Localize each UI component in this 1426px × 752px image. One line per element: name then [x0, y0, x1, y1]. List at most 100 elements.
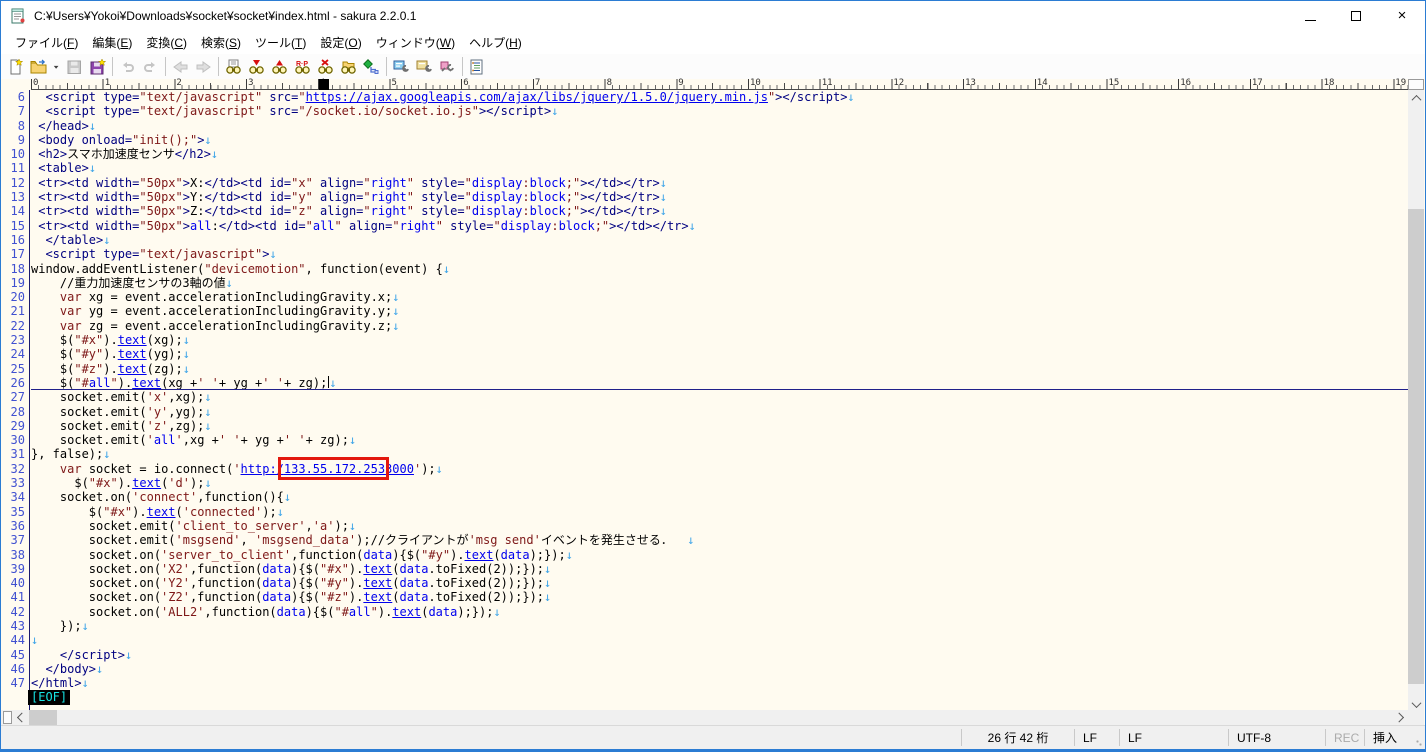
code-line-20[interactable]: 20 var xg = event.accelerationIncludingG…	[1, 290, 1409, 304]
vertical-split-gripper[interactable]	[1408, 79, 1424, 90]
code-line-24[interactable]: 24 $("#y").text(yg);↓	[1, 347, 1409, 361]
common-settings-button[interactable]	[413, 56, 436, 78]
code-line-41[interactable]: 41 socket.on('Z2',function(data){$("#z")…	[1, 590, 1409, 604]
close-button[interactable]: ×	[1379, 1, 1425, 31]
code-line-11[interactable]: 11 <table>↓	[1, 161, 1409, 175]
replace-button[interactable]: R·P	[291, 56, 314, 78]
code-line-35[interactable]: 35 $("#x").text('connected');↓	[1, 505, 1409, 519]
code-line-27[interactable]: 27 socket.emit('x',xg);↓	[1, 390, 1409, 404]
save-as-button[interactable]	[86, 56, 109, 78]
code-line-28[interactable]: 28 socket.emit('y',yg);↓	[1, 405, 1409, 419]
code-line-10[interactable]: 10 <h2>スマホ加速度センサ</h2>↓	[1, 147, 1409, 161]
vertical-scrollbar-thumb[interactable]	[1408, 209, 1424, 684]
menu-o[interactable]: 設定(O)	[313, 31, 368, 54]
code-line-7[interactable]: 7 <script type="text/javascript" src="/s…	[1, 104, 1409, 118]
horizontal-scrollbar-thumb[interactable]	[29, 710, 57, 725]
menu-c[interactable]: 変換(C)	[139, 31, 194, 54]
menu-e[interactable]: 編集(E)	[85, 31, 139, 54]
code-line-38[interactable]: 38 socket.on('server_to_client',function…	[1, 548, 1409, 562]
clear-search-mark-button[interactable]	[314, 56, 337, 78]
code-line-15[interactable]: 15 <tr><td width="50px">all:</td><td id=…	[1, 219, 1409, 233]
scroll-right-button[interactable]	[1393, 710, 1408, 725]
keyword-settings-button[interactable]	[436, 56, 459, 78]
grep-button[interactable]	[337, 56, 360, 78]
code-line-23[interactable]: 23 $("#x").text(xg);↓	[1, 333, 1409, 347]
code-line-31[interactable]: 31}, false);↓	[1, 447, 1409, 461]
jump-forward-button[interactable]	[192, 56, 215, 78]
ruler-row: 012345678910111213141516171819	[1, 79, 1409, 90]
line-number: 33	[1, 476, 25, 490]
new-file-button[interactable]	[4, 56, 27, 78]
menu-s[interactable]: 検索(S)	[194, 31, 248, 54]
vertical-scrollbar[interactable]	[1408, 79, 1424, 712]
code-line-42[interactable]: 42 socket.on('ALL2',function(data){$("#a…	[1, 605, 1409, 619]
code-line-16[interactable]: 16 </table>↓	[1, 233, 1409, 247]
scrollbar-corner	[1408, 710, 1424, 725]
jump-back-button[interactable]	[169, 56, 192, 78]
resize-grip[interactable]	[1409, 726, 1425, 749]
code-line-18[interactable]: 18window.addEventListener("devicemotion"…	[1, 262, 1409, 276]
tag-jump-button[interactable]	[360, 56, 383, 78]
code-line-32[interactable]: 32 var socket = io.connect('http:/133.55…	[1, 462, 1409, 476]
code-line-29[interactable]: 29 socket.emit('z',zg);↓	[1, 419, 1409, 433]
eol-mark-icon: ↓	[349, 519, 356, 533]
horizontal-scrollbar[interactable]	[1, 710, 1409, 725]
line-number: 14	[1, 204, 25, 218]
code-line-13[interactable]: 13 <tr><td width="50px">Y:</td><td id="y…	[1, 190, 1409, 204]
line-text: socket.emit('all',xg +' '+ yg +' '+ zg);	[31, 433, 349, 447]
code-line-19[interactable]: 19 //重力加速度センサの3軸の値↓	[1, 276, 1409, 290]
redo-button[interactable]	[139, 56, 162, 78]
find-button[interactable]	[222, 56, 245, 78]
code-line-26[interactable]: 26 $("#all").text(xg +' '+ yg +' '+ zg);…	[1, 376, 1409, 390]
code-line-46[interactable]: 46 </body>↓	[1, 662, 1409, 676]
eol-mark-icon: ↓	[204, 476, 211, 490]
open-file-button[interactable]	[27, 56, 50, 78]
scroll-up-button[interactable]	[1408, 90, 1424, 106]
menu-w[interactable]: ウィンドウ(W)	[369, 31, 462, 54]
code-line-9[interactable]: 9 <body onload="init();">↓	[1, 133, 1409, 147]
ruler-number: 1	[105, 78, 110, 88]
code-line-12[interactable]: 12 <tr><td width="50px">X:</td><td id="x…	[1, 176, 1409, 190]
line-number: 22	[1, 319, 25, 333]
eol-mark-icon: ↓	[277, 505, 284, 519]
code-line-47[interactable]: 47</html>↓	[1, 676, 1409, 690]
eol-mark-icon: ↓	[660, 204, 667, 218]
horizontal-split-gripper[interactable]	[3, 711, 12, 724]
find-next-button[interactable]	[245, 56, 268, 78]
code-line-8[interactable]: 8 </head>↓	[1, 119, 1409, 133]
code-line-39[interactable]: 39 socket.on('X2',function(data){$("#x")…	[1, 562, 1409, 576]
minimize-button[interactable]	[1287, 1, 1333, 31]
save-button[interactable]	[63, 56, 86, 78]
line-number: 16	[1, 233, 25, 247]
menu-h[interactable]: ヘルプ(H)	[462, 31, 529, 54]
code-line-33[interactable]: 33 $("#x").text('d');↓	[1, 476, 1409, 490]
text-editor-area[interactable]: 6 <script type="text/javascript" src="ht…	[1, 90, 1409, 712]
toolbar-separator	[462, 57, 463, 76]
code-line-21[interactable]: 21 var yg = event.accelerationIncludingG…	[1, 304, 1409, 318]
code-line-40[interactable]: 40 socket.on('Y2',function(data){$("#y")…	[1, 576, 1409, 590]
code-line-36[interactable]: 36 socket.emit('client_to_server','a');↓	[1, 519, 1409, 533]
menu-t[interactable]: ツール(T)	[248, 31, 313, 54]
line-text: $("#x").text('connected');	[31, 505, 277, 519]
open-dropdown-button[interactable]	[50, 56, 63, 78]
code-line-44[interactable]: 44↓	[1, 633, 1409, 647]
code-line-43[interactable]: 43 });↓	[1, 619, 1409, 633]
undo-button[interactable]	[116, 56, 139, 78]
eol-mark-icon: ↓	[183, 333, 190, 347]
code-line-45[interactable]: 45 </script>↓	[1, 648, 1409, 662]
menu-f[interactable]: ファイル(F)	[8, 31, 85, 54]
maximize-button[interactable]	[1333, 1, 1379, 31]
code-line-25[interactable]: 25 $("#z").text(zg);↓	[1, 362, 1409, 376]
code-line-17[interactable]: 17 <script type="text/javascript">↓	[1, 247, 1409, 261]
type-settings-button[interactable]	[390, 56, 413, 78]
code-line-30[interactable]: 30 socket.emit('all',xg +' '+ yg +' '+ z…	[1, 433, 1409, 447]
minimize-icon	[1305, 20, 1316, 21]
code-line-34[interactable]: 34 socket.on('connect',function(){↓	[1, 490, 1409, 504]
scroll-left-button[interactable]	[13, 710, 28, 725]
code-line-22[interactable]: 22 var zg = event.accelerationIncludingG…	[1, 319, 1409, 333]
code-line-6[interactable]: 6 <script type="text/javascript" src="ht…	[1, 90, 1409, 104]
code-line-14[interactable]: 14 <tr><td width="50px">Z:</td><td id="z…	[1, 204, 1409, 218]
code-line-37[interactable]: 37 socket.emit('msgsend', 'msgsend_data'…	[1, 533, 1409, 547]
find-prev-button[interactable]	[268, 56, 291, 78]
outline-button[interactable]	[466, 56, 489, 78]
